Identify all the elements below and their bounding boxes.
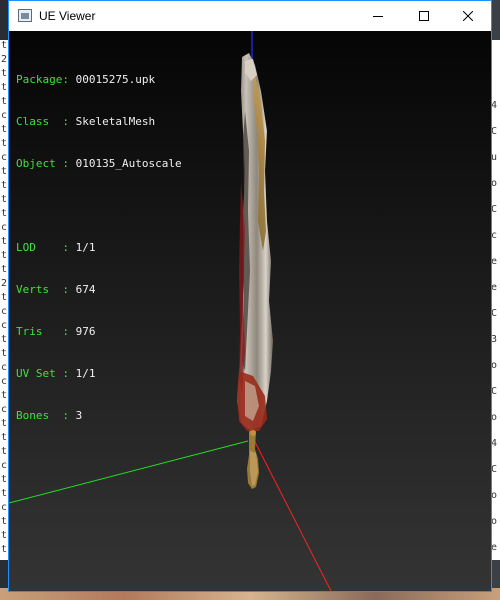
- info-row-object: Object : 010135_Autoscale: [16, 157, 182, 170]
- background-console-char: t: [1, 82, 8, 93]
- window-title: UE Viewer: [39, 9, 96, 23]
- background-console-char: t: [1, 208, 8, 219]
- background-console-char: 2: [1, 278, 8, 289]
- background-console-char: t: [1, 530, 8, 541]
- background-console-char: t: [1, 516, 8, 527]
- info-row-lod: LOD : 1/1: [16, 241, 96, 254]
- background-console-char: t: [1, 68, 8, 79]
- background-console-char: t: [1, 194, 8, 205]
- background-console-char: t: [1, 488, 8, 499]
- background-console-char: t: [1, 292, 8, 303]
- maximize-button[interactable]: [401, 1, 447, 31]
- background-console-char: t: [1, 138, 8, 149]
- background-console-char: t: [1, 348, 8, 359]
- background-console-char: 2: [1, 54, 8, 65]
- background-console-char: t: [1, 432, 8, 443]
- info-row-bones: Bones : 3: [16, 409, 83, 422]
- background-console-char: c: [1, 152, 8, 163]
- background-console-char: t: [1, 124, 8, 135]
- title-bar[interactable]: UE Viewer: [9, 1, 491, 31]
- background-console-char: c: [1, 362, 8, 373]
- mesh-info-overlay: Package: 00015275.upk Class : SkeletalMe…: [16, 45, 182, 451]
- ue-viewer-window: UE Viewer Package: 00015275.upk Class: …: [8, 0, 492, 592]
- background-console-char: c: [1, 110, 8, 121]
- background-console-char: t: [1, 166, 8, 177]
- info-row-package: Package: 00015275.upk: [16, 73, 156, 86]
- background-console-char: c: [1, 460, 8, 471]
- background-console-char: c: [1, 320, 8, 331]
- background-console-char: t: [1, 236, 8, 247]
- background-console-char: c: [1, 222, 8, 233]
- 3d-viewport[interactable]: Package: 00015275.upk Class : SkeletalMe…: [9, 31, 491, 591]
- minimize-button[interactable]: [355, 1, 401, 31]
- background-console-char: t: [1, 96, 8, 107]
- background-console-char: t: [1, 544, 8, 555]
- info-row-uvset: UV Set : 1/1: [16, 367, 96, 380]
- info-row-verts: Verts : 674: [16, 283, 96, 296]
- background-console-char: t: [1, 390, 8, 401]
- background-console-char: c: [1, 502, 8, 513]
- axis-x-line: [251, 435, 332, 591]
- background-console-char: c: [1, 306, 8, 317]
- info-row-tris: Tris : 976: [16, 325, 96, 338]
- background-console-char: t: [1, 180, 8, 191]
- info-row-class: Class : SkeletalMesh: [16, 115, 156, 128]
- app-window-icon: [18, 9, 32, 22]
- background-console-char: t: [1, 250, 8, 261]
- close-icon: [463, 11, 473, 21]
- background-console-char: c: [1, 404, 8, 415]
- maximize-icon: [419, 11, 429, 21]
- minimize-icon: [373, 16, 383, 17]
- background-console-char: t: [1, 334, 8, 345]
- background-console-char: t: [1, 40, 8, 51]
- background-console-char: t: [1, 418, 8, 429]
- background-console-char: c: [1, 376, 8, 387]
- background-console-char: t: [1, 446, 8, 457]
- background-console-char: t: [1, 474, 8, 485]
- close-button[interactable]: [445, 1, 491, 31]
- background-console-char: t: [1, 264, 8, 275]
